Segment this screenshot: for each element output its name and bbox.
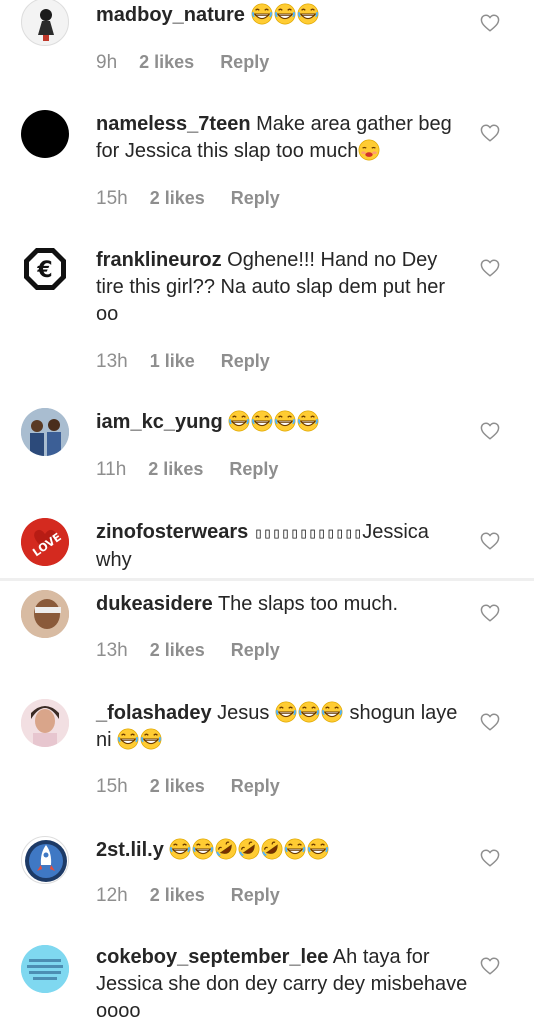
avatar[interactable]: LOVE [21,518,69,566]
grin-emoji-icon [251,3,273,25]
comment-time: 12h [96,885,128,906]
heart-outline-icon[interactable] [480,713,500,731]
comment-meta: 9h 2 likes Reply [96,52,269,74]
comment-body: The slaps too much. [217,593,399,615]
grin-emoji-icon [275,701,297,723]
reply-button[interactable]: Reply [231,885,280,905]
avatar[interactable] [21,945,69,993]
comment-likes[interactable]: 2 likes [148,459,203,479]
heart-outline-icon[interactable] [480,532,500,550]
comment-time: 13h [96,640,128,661]
comment-meta: 15h 2 likes Reply [96,188,280,210]
grin-emoji-icon [274,3,296,25]
divider [0,578,534,581]
comment-text: franklineuroz Oghene!!! Hand no Dey tire… [96,247,468,328]
reply-button[interactable]: Reply [231,640,280,660]
comment-time: 11h [96,459,127,480]
rofl-emoji-icon [215,838,237,860]
comment-text: dukeasidere The slaps too much. [96,591,468,618]
rofl-emoji-icon [261,838,283,860]
comment-time: 15h [96,776,128,797]
comment-text: iam_kc_yung [96,409,468,436]
comment-text: zinofosterwears ▯▯▯▯▯▯▯▯▯▯▯▯Jessica why [96,519,468,574]
heart-outline-icon[interactable] [480,604,500,622]
emoji-group [169,839,330,861]
reply-button[interactable]: Reply [231,188,280,208]
comment-username[interactable]: madboy_nature [96,4,245,26]
comment-meta: 11h 2 likes Reply [96,459,278,481]
avatar[interactable]: € [21,245,69,293]
kiss-emoji-icon [358,139,380,161]
avatar[interactable] [21,590,69,638]
grin-emoji-icon [117,728,139,750]
comment-text: _folashadey Jesus shogun laye ni [96,700,468,754]
heart-outline-icon[interactable] [480,957,500,975]
grin-emoji-icon [284,838,306,860]
comment-likes[interactable]: 2 likes [150,885,205,905]
comment-time: 9h [96,52,118,73]
emoji-group [251,4,320,26]
reply-button[interactable]: Reply [220,52,269,72]
grin-emoji-icon [228,410,250,432]
grin-emoji-icon [297,3,319,25]
grin-emoji-icon [298,701,320,723]
heart-outline-icon[interactable] [480,422,500,440]
comment-text: cokeboy_september_lee Ah taya for Jessic… [96,944,468,1025]
heart-outline-icon[interactable] [480,259,500,277]
comment-text: nameless_7teen Make area gather beg for … [96,111,468,165]
grin-emoji-icon [297,410,319,432]
reply-button[interactable]: Reply [229,459,278,479]
heart-outline-icon[interactable] [480,849,500,867]
comment-text: 2st.lil.y [96,837,468,864]
comment-likes[interactable]: 2 likes [150,776,205,796]
comment-meta: 15h 2 likes Reply [96,776,280,798]
avatar[interactable] [21,408,69,456]
comment-time: 15h [96,188,128,209]
comment-username[interactable]: iam_kc_yung [96,411,223,433]
reply-button[interactable]: Reply [231,776,280,796]
comment-username[interactable]: dukeasidere [96,593,213,615]
grin-emoji-icon [307,838,329,860]
emoji-group [275,702,344,724]
grin-emoji-icon [140,728,162,750]
comment-meta: 12h 2 likes Reply [96,885,280,907]
grin-emoji-icon [251,410,273,432]
comment-meta: 13h 1 like Reply [96,351,270,373]
comment-username[interactable]: franklineuroz [96,249,222,271]
emoji-group [228,411,320,433]
svg-text:€: € [36,258,52,283]
rofl-emoji-icon [238,838,260,860]
grin-emoji-icon [192,838,214,860]
grin-emoji-icon [274,410,296,432]
unsupported-glyphs: ▯▯▯▯▯▯▯▯▯▯▯▯ [253,524,363,542]
avatar[interactable] [21,0,69,46]
comment-username[interactable]: nameless_7teen [96,113,251,135]
comment-likes[interactable]: 1 like [150,351,195,371]
comment-body: Jesus [217,702,270,724]
heart-outline-icon[interactable] [480,14,500,32]
comment-likes[interactable]: 2 likes [139,52,194,72]
comment-meta: 13h 2 likes Reply [96,640,280,662]
comment-time: 13h [96,351,128,372]
avatar[interactable] [21,699,69,747]
comment-text: madboy_nature [96,2,468,29]
comment-username[interactable]: 2st.lil.y [96,839,164,861]
grin-emoji-icon [321,701,343,723]
heart-outline-icon[interactable] [480,124,500,142]
avatar[interactable] [21,110,69,158]
comment-likes[interactable]: 2 likes [150,188,205,208]
comment-username[interactable]: _folashadey [96,702,212,724]
comment-likes[interactable]: 2 likes [150,640,205,660]
emoji-group [117,729,163,751]
reply-button[interactable]: Reply [221,351,270,371]
comment-username[interactable]: zinofosterwears [96,521,248,543]
avatar[interactable] [21,836,69,884]
grin-emoji-icon [169,838,191,860]
comment-username[interactable]: cokeboy_september_lee [96,946,328,968]
